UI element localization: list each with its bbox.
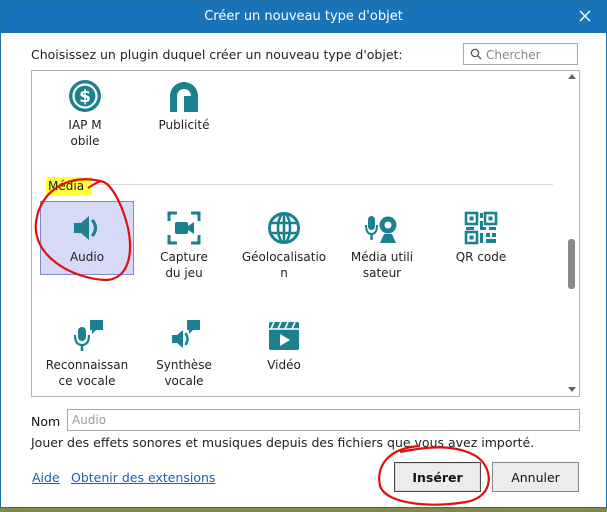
name-input[interactable] — [67, 409, 580, 431]
webcam-mic-icon — [365, 216, 397, 243]
tile-capture-du-jeu[interactable]: Capture du jeu — [136, 211, 232, 281]
tile-audio[interactable]: Audio — [39, 211, 135, 265]
tile-label: IAP Mobile — [68, 118, 102, 148]
cancel-button[interactable]: Annuler — [492, 462, 579, 492]
section-divider — [94, 184, 553, 185]
tile-label: Géolocalisation — [241, 250, 327, 280]
speech-synthesis-icon — [172, 320, 200, 348]
ad-icon — [170, 82, 198, 112]
help-link[interactable]: Aide — [32, 470, 60, 485]
tile-label: QR code — [455, 250, 507, 264]
scroll-down-arrow-icon[interactable] — [568, 387, 576, 392]
title-bar: Créer un nouveau type d'objet — [1, 1, 606, 33]
section-label-media: Média — [46, 177, 93, 195]
dialog-title: Créer un nouveau type d'objet — [204, 9, 403, 24]
tile-reconnaissance-vocale[interactable]: Reconnaissance vocale — [39, 319, 135, 389]
tile-synthese-vocale[interactable]: Synthèse vocale — [136, 319, 232, 389]
plugin-prompt: Choisissez un plugin duquel créer un nou… — [31, 47, 403, 62]
qr-code-icon — [464, 211, 498, 245]
scroll-thumb[interactable] — [568, 239, 575, 289]
insert-button[interactable]: Insérer — [394, 462, 481, 492]
tile-media-utilisateur[interactable]: Média utilisateur — [334, 211, 430, 281]
vertical-scrollbar[interactable] — [565, 71, 579, 396]
tile-label: Capture du jeu — [160, 250, 208, 280]
speech-recognition-icon — [73, 320, 103, 351]
svg-text:$: $ — [79, 87, 91, 107]
plugin-list[interactable]: $ IAP Mobile Publicité Média Audio Captu… — [31, 70, 580, 397]
speaker-icon — [74, 216, 98, 240]
screen-capture-icon — [167, 211, 201, 245]
tile-label: Vidéo — [267, 358, 301, 372]
get-extensions-link[interactable]: Obtenir des extensions — [71, 470, 215, 485]
tile-publicite[interactable]: Publicité — [136, 79, 232, 133]
search-input[interactable] — [484, 45, 578, 65]
tile-label: Publicité — [158, 118, 210, 132]
tile-label: Média utilisateur — [350, 250, 414, 280]
dollar-circle-icon: $ — [69, 80, 101, 112]
tile-video[interactable]: Vidéo — [236, 319, 332, 373]
close-icon[interactable] — [576, 7, 594, 25]
name-label: Nom — [31, 414, 61, 429]
search-icon — [470, 48, 482, 60]
create-object-type-dialog: Créer un nouveau type d'objet Choisissez… — [0, 0, 607, 508]
tile-qr-code[interactable]: QR code — [433, 211, 529, 265]
search-box[interactable] — [463, 43, 578, 65]
tile-label: Audio — [69, 250, 105, 264]
tile-label: Reconnaissance vocale — [45, 358, 129, 388]
globe-icon — [268, 212, 300, 244]
scroll-up-arrow-icon[interactable] — [568, 74, 576, 79]
tile-iap-mobile[interactable]: $ IAP Mobile — [37, 79, 133, 149]
tile-label: Synthèse vocale — [156, 358, 212, 388]
video-icon — [269, 321, 299, 350]
plugin-description: Jouer des effets sonores et musiques dep… — [31, 435, 535, 450]
tile-geolocalisation[interactable]: Géolocalisation — [236, 211, 332, 281]
